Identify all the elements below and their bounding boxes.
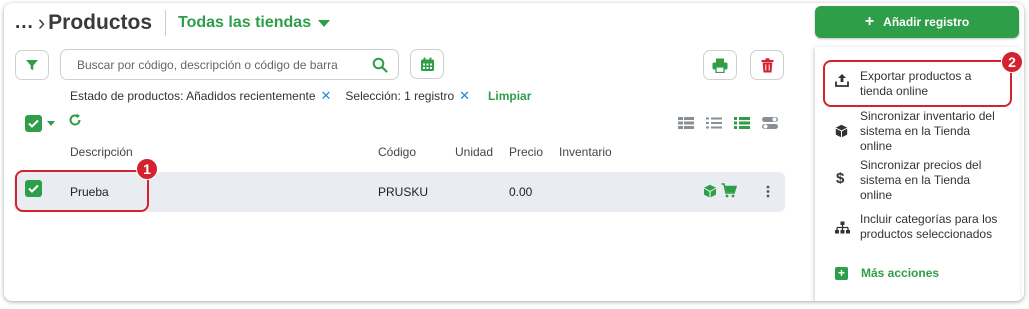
refresh-button[interactable]: [68, 113, 82, 132]
plus-square-icon: +: [835, 266, 848, 280]
row-code: PRUSKU: [378, 185, 429, 199]
actions-sidebar: + Añadir registro Exportar productos a t…: [812, 3, 1024, 301]
date-filter-button[interactable]: [410, 49, 444, 79]
callout-box-2: [823, 60, 1012, 107]
search-icon[interactable]: [372, 57, 388, 73]
filter-button[interactable]: [15, 50, 49, 80]
search-box: [60, 49, 399, 80]
refresh-icon: [69, 113, 81, 126]
menu-item-sync-inventory[interactable]: Sincronizar inventario del sistema en la…: [815, 107, 1020, 153]
filter-icon: [26, 60, 38, 70]
detail-view-icon[interactable]: [678, 116, 694, 130]
row-price: 0.00: [509, 185, 533, 199]
more-vertical-icon[interactable]: [766, 185, 770, 198]
list-view-icon[interactable]: [706, 116, 722, 130]
delete-button[interactable]: [750, 50, 784, 80]
caret-down-icon: [318, 20, 331, 27]
clear-filters-link[interactable]: Limpiar: [488, 89, 531, 103]
store-selector-label: Todas las tiendas: [178, 14, 312, 31]
select-all-dropdown[interactable]: [25, 115, 55, 132]
toggle-view-icon[interactable]: [762, 116, 778, 130]
store-selector[interactable]: Todas las tiendas: [178, 14, 331, 32]
printer-icon: [712, 58, 728, 73]
page-header: ... › Productos Todas las tiendas: [15, 9, 331, 37]
print-button[interactable]: [703, 50, 737, 80]
column-header-price[interactable]: Precio: [509, 145, 543, 159]
page-title: Productos: [48, 11, 153, 34]
dollar-icon: $: [836, 170, 845, 187]
column-header-unit[interactable]: Unidad: [455, 145, 493, 159]
callout-badge-2: 2: [1001, 51, 1023, 73]
compact-list-view-icon[interactable]: [734, 116, 750, 130]
filter-chip-selection: Selección: 1 registro ✕: [345, 88, 470, 104]
more-actions-button[interactable]: + Más acciones: [835, 266, 939, 280]
box-icon: [835, 124, 848, 138]
callout-badge-1: 1: [136, 158, 158, 180]
menu-item-include-categories[interactable]: Incluir categorías para los productos se…: [815, 210, 1020, 246]
menu-item-label: Sincronizar inventario del sistema en la…: [860, 109, 995, 153]
more-actions-label: Más acciones: [861, 266, 940, 280]
remove-filter-icon[interactable]: ✕: [321, 88, 332, 104]
calendar-icon: [420, 57, 434, 71]
filter-chip-status: Estado de productos: Añadidos recienteme…: [70, 88, 331, 104]
cart-icon[interactable]: [721, 183, 737, 198]
menu-item-sync-prices[interactable]: $ Sincronizar precios del sistema en la …: [815, 155, 1020, 202]
chevron-right-icon: ›: [37, 10, 46, 35]
search-input[interactable]: [77, 57, 372, 72]
view-mode-toggle: [678, 116, 778, 130]
column-header-code[interactable]: Código: [378, 145, 416, 159]
breadcrumb-back[interactable]: ...: [15, 12, 34, 34]
cube-icon[interactable]: [703, 184, 717, 198]
menu-item-label: Sincronizar precios del sistema en la Ti…: [860, 158, 982, 202]
filter-chip-label: Selección: 1 registro: [345, 89, 455, 103]
menu-item-label: Incluir categorías para los productos se…: [860, 212, 998, 241]
plus-icon: +: [864, 13, 875, 30]
column-header-description[interactable]: Descripción: [70, 145, 133, 159]
hierarchy-icon: [835, 221, 850, 234]
main-content: ... › Productos Todas las tiendas Buscar…: [4, 3, 812, 301]
callout-box-1: [15, 170, 149, 212]
trash-icon: [761, 57, 773, 72]
add-record-button[interactable]: + Añadir registro: [815, 6, 1019, 38]
caret-down-icon: [47, 121, 55, 126]
active-filters: Estado de productos: Añadidos recienteme…: [70, 88, 531, 104]
header-divider: [165, 10, 167, 36]
remove-filter-icon[interactable]: ✕: [459, 88, 470, 104]
checkmark-icon: [28, 119, 39, 128]
add-record-label: Añadir registro: [883, 15, 970, 29]
filter-chip-label: Estado de productos: Añadidos recienteme…: [70, 89, 316, 103]
select-all-checkbox[interactable]: [25, 115, 42, 132]
app-frame: ... › Productos Todas las tiendas Buscar…: [4, 3, 1024, 301]
column-header-inventory[interactable]: Inventario: [559, 145, 612, 159]
